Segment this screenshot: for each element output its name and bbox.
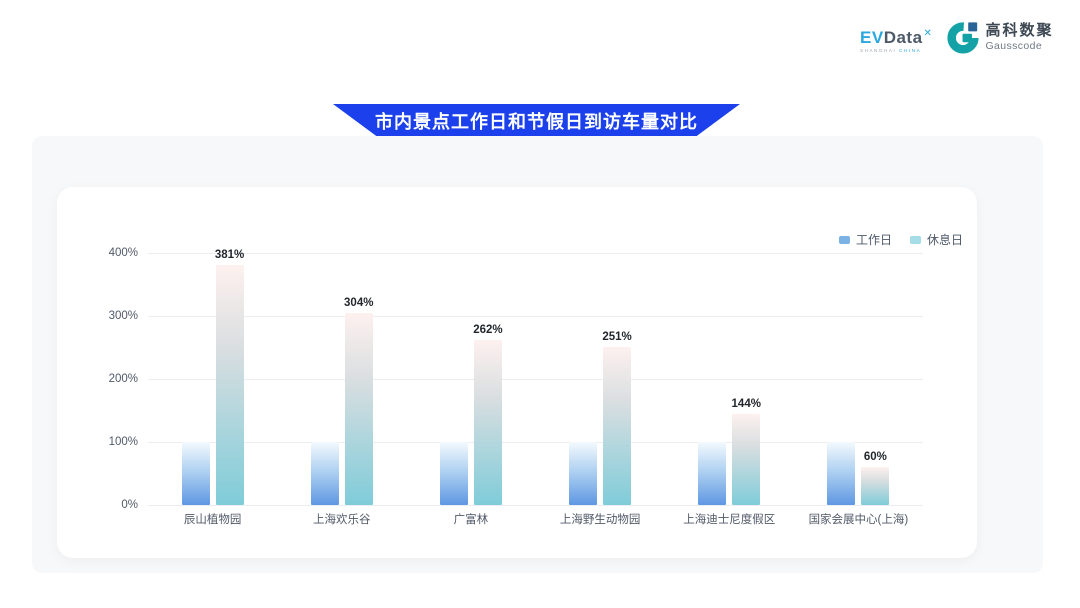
- x-axis-label: 国家会展中心(上海): [794, 513, 923, 527]
- bar-series-0-cat-3: [569, 442, 597, 505]
- bar-series-1-cat-1: [345, 313, 373, 505]
- gridline-400: [148, 253, 923, 254]
- evdata-logo: EVData✕ SHANGHAI CHINA: [860, 20, 932, 53]
- evdata-sub-left: SHANGHAI: [860, 48, 896, 53]
- bar-series-0-cat-0: [182, 442, 210, 505]
- bar-series-0-cat-4: [698, 442, 726, 505]
- evdata-sub-right: CHINA: [899, 48, 921, 53]
- bar-series-1-cat-0: [216, 265, 244, 505]
- x-axis-label: 上海迪士尼度假区: [665, 513, 794, 527]
- evdata-wordmark: EVData✕: [860, 25, 932, 46]
- x-axis-label: 广富林: [406, 513, 535, 527]
- gridline-300: [148, 316, 923, 317]
- evdata-x-icon: ✕: [924, 28, 933, 39]
- x-axis-label: 辰山植物园: [148, 513, 277, 527]
- bar-series-1-cat-5: [861, 467, 889, 505]
- gridline-100: [148, 442, 923, 443]
- header-logos: EVData✕ SHANGHAI CHINA 高科数聚 Gausscode: [860, 20, 1053, 54]
- bar-value-label: 262%: [456, 323, 520, 337]
- bar-series-1-cat-3: [603, 347, 631, 505]
- bar-value-label: 381%: [198, 248, 262, 262]
- page: EVData✕ SHANGHAI CHINA 高科数聚 Gausscode 市内…: [0, 0, 1080, 608]
- bar-value-label: 304%: [327, 296, 391, 310]
- gausscode-en: Gausscode: [985, 41, 1053, 52]
- gridline-200: [148, 379, 923, 380]
- bar-series-1-cat-2: [474, 340, 502, 505]
- gridline-0: [148, 505, 923, 506]
- page-title: 市内景点工作日和节假日到访车量对比: [375, 108, 698, 134]
- evdata-data: Data: [884, 28, 923, 47]
- y-axis-label-100: 100%: [88, 435, 138, 449]
- y-axis-label-300: 300%: [88, 309, 138, 323]
- evdata-subtitle: SHANGHAI CHINA: [860, 48, 932, 53]
- bar-chart: 0% 100% 200% 300% 400% 辰山植物园 381% 上海欢乐谷 304% 广富林 2…: [57, 187, 977, 558]
- bar-value-label: 144%: [714, 397, 778, 411]
- y-axis-label-400: 400%: [88, 246, 138, 260]
- bar-series-1-cat-4: [732, 414, 760, 505]
- chart-title-banner: 市内景点工作日和节假日到访车量对比: [333, 104, 740, 138]
- bar-series-0-cat-1: [311, 442, 339, 505]
- bar-value-label: 251%: [585, 330, 649, 344]
- chart-card: 工作日休息日 0%100%200%300%400%辰山植物园381%上海欢乐谷3…: [57, 187, 977, 558]
- y-axis-label-200: 200%: [88, 372, 138, 386]
- bar-value-label: 60%: [843, 450, 907, 464]
- gausscode-logo: 高科数聚 Gausscode: [946, 20, 1053, 54]
- gausscode-cn: 高科数聚: [985, 23, 1053, 38]
- gausscode-g-icon: [946, 20, 980, 54]
- gausscode-text: 高科数聚 Gausscode: [985, 23, 1053, 52]
- y-axis-label-0: 0%: [88, 498, 138, 512]
- bar-series-0-cat-2: [440, 442, 468, 505]
- x-axis-label: 上海欢乐谷: [277, 513, 406, 527]
- evdata-ev: EV: [860, 28, 884, 47]
- x-axis-label: 上海野生动物园: [536, 513, 665, 527]
